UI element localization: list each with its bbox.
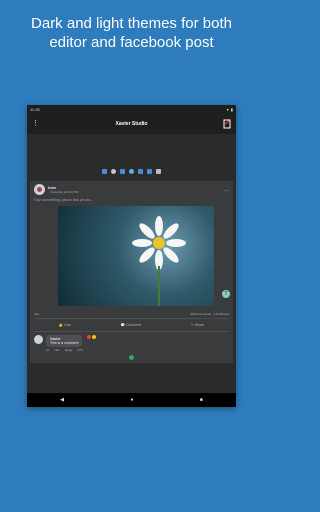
flower-stem bbox=[158, 266, 160, 306]
editor-toolbar bbox=[27, 166, 236, 176]
online-indicator-icon bbox=[129, 355, 134, 360]
avatar[interactable] bbox=[34, 184, 45, 195]
device-screen: 11:35 ▾ ▮ ⋮ Xavier Studio Ivan · Yesterd… bbox=[27, 105, 236, 407]
post-photo[interactable] bbox=[58, 206, 214, 306]
daisy-image bbox=[132, 216, 186, 270]
profile-icon[interactable] bbox=[120, 168, 125, 174]
post-actions: 👍 Like 💬 Comment ↪ Share bbox=[34, 321, 229, 329]
comment-label: Comment bbox=[125, 323, 141, 327]
reaction-icon[interactable] bbox=[102, 168, 107, 174]
comment-reactions[interactable] bbox=[87, 335, 97, 339]
like-button[interactable]: 👍 Like bbox=[59, 323, 71, 327]
recents-icon[interactable]: ■ bbox=[200, 397, 203, 403]
divider bbox=[34, 331, 229, 332]
divider bbox=[34, 318, 229, 319]
app-title: Xavier Studio bbox=[115, 121, 148, 127]
more-horiz-icon[interactable]: … bbox=[224, 187, 229, 193]
home-icon[interactable]: ● bbox=[130, 397, 133, 403]
comment-item: Xavier This is a comment bbox=[34, 335, 229, 347]
facebook-post: Ivan · Yesterday at 6:00 PM … Say someth… bbox=[30, 181, 233, 363]
back-icon[interactable]: ◀ bbox=[60, 397, 64, 403]
share-label: Share bbox=[194, 323, 205, 327]
post-header: Ivan · Yesterday at 6:00 PM … bbox=[34, 184, 229, 195]
comment-time: 1h bbox=[46, 348, 50, 352]
headline-line-2: editor and facebook post bbox=[49, 34, 214, 51]
post-subtitle: · Yesterday at 6:00 PM bbox=[48, 190, 79, 194]
export-icon[interactable] bbox=[223, 119, 231, 129]
love-reaction-icon bbox=[87, 335, 92, 339]
share-button[interactable]: ↪ Share bbox=[191, 323, 204, 327]
comment-text: This is a comment bbox=[50, 341, 79, 345]
like-icon[interactable] bbox=[138, 168, 143, 174]
reactions-count[interactable]: 163 bbox=[34, 312, 39, 316]
promo-headline: Dark and light themes for both editor an… bbox=[0, 14, 263, 52]
like-label: Like bbox=[64, 323, 71, 327]
battery-icon: ▮ bbox=[230, 107, 233, 112]
comment-reaction-count: 274 bbox=[77, 348, 83, 352]
comment-icon[interactable] bbox=[147, 168, 152, 174]
image-icon[interactable] bbox=[156, 168, 161, 174]
status-time: 11:35 bbox=[30, 107, 40, 112]
comments-shares[interactable]: 465 Comments · 172 Shares bbox=[191, 312, 229, 316]
clock-icon[interactable] bbox=[129, 168, 134, 174]
comment-like-link[interactable]: Like bbox=[54, 348, 60, 352]
post-caption[interactable]: Say something about this photo... bbox=[34, 197, 229, 202]
comment-bubble[interactable]: Xavier This is a comment bbox=[46, 335, 83, 347]
comment-reply-link[interactable]: Reply bbox=[65, 348, 73, 352]
android-nav-bar: ◀ ● ■ bbox=[27, 393, 236, 407]
post-stats: 163 465 Comments · 172 Shares bbox=[34, 312, 229, 316]
app-bar: ⋮ Xavier Studio bbox=[27, 114, 236, 134]
headline-line-1: Dark and light themes for both bbox=[31, 15, 232, 32]
comment-meta: 1h Like Reply 274 bbox=[46, 348, 229, 352]
comment-button[interactable]: 💬 Comment bbox=[120, 323, 141, 327]
wifi-icon: ▾ bbox=[226, 107, 229, 112]
view-icon[interactable] bbox=[111, 168, 116, 174]
text-tool-button[interactable]: T bbox=[222, 290, 230, 298]
commenter-avatar[interactable] bbox=[34, 335, 43, 344]
status-bar: 11:35 ▾ ▮ bbox=[27, 105, 236, 114]
haha-reaction-icon bbox=[92, 335, 97, 339]
editor-blank-area bbox=[27, 134, 236, 166]
